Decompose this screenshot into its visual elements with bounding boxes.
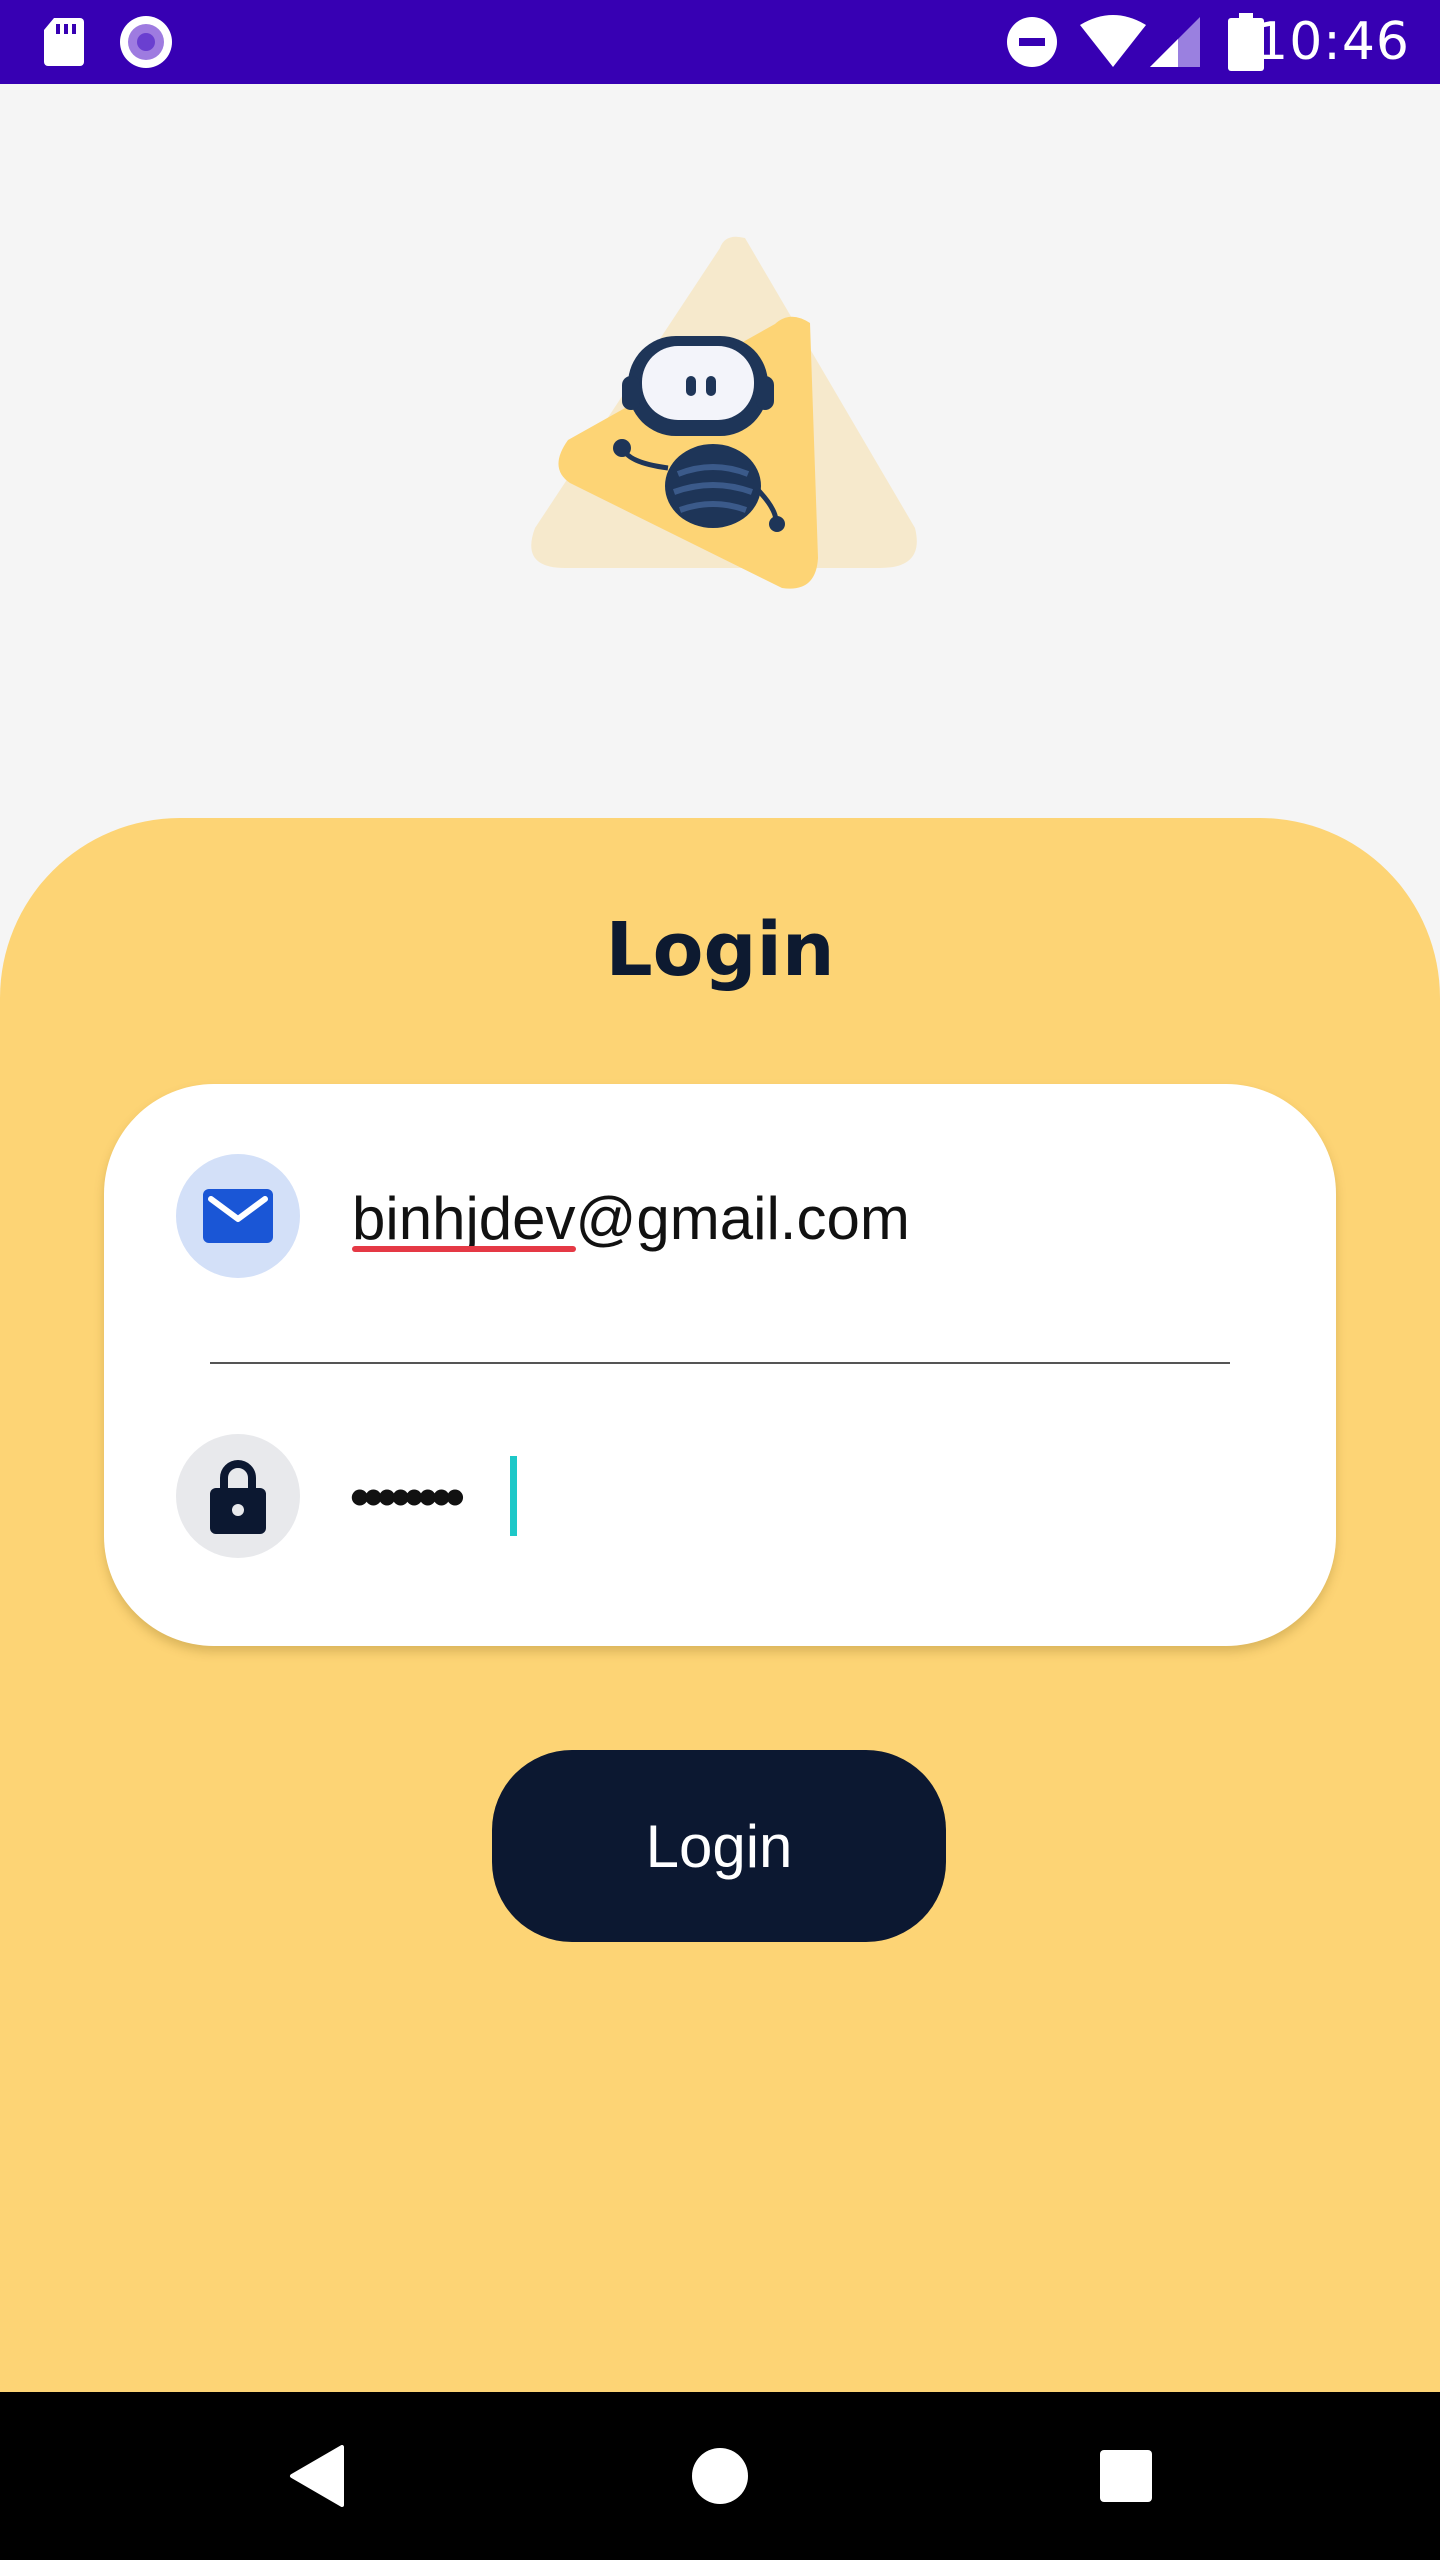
email-field[interactable]: binhjdev@gmail.com bbox=[352, 1184, 910, 1254]
do-not-disturb-icon bbox=[1006, 0, 1058, 84]
login-form-card bbox=[104, 1084, 1336, 1646]
recents-icon[interactable] bbox=[1056, 2392, 1196, 2560]
login-button[interactable]: Login bbox=[492, 1750, 946, 1942]
home-icon[interactable] bbox=[650, 2392, 790, 2560]
back-icon[interactable] bbox=[246, 2392, 386, 2560]
field-divider bbox=[210, 1362, 1230, 1364]
status-bar: 10:46 bbox=[0, 0, 1440, 84]
lock-icon bbox=[176, 1434, 300, 1558]
robot-logo bbox=[520, 228, 930, 598]
wifi-icon bbox=[1080, 0, 1146, 84]
page-title: Login bbox=[605, 907, 835, 993]
mail-icon bbox=[176, 1154, 300, 1278]
record-icon bbox=[118, 0, 174, 84]
sd-card-icon bbox=[42, 0, 86, 84]
signal-icon bbox=[1148, 0, 1202, 84]
navigation-bar bbox=[0, 2392, 1440, 2560]
spellcheck-underline bbox=[352, 1246, 576, 1252]
text-cursor bbox=[510, 1456, 517, 1536]
status-time: 10:46 bbox=[1255, 12, 1410, 72]
password-field[interactable]: •••••••• bbox=[350, 1462, 465, 1532]
